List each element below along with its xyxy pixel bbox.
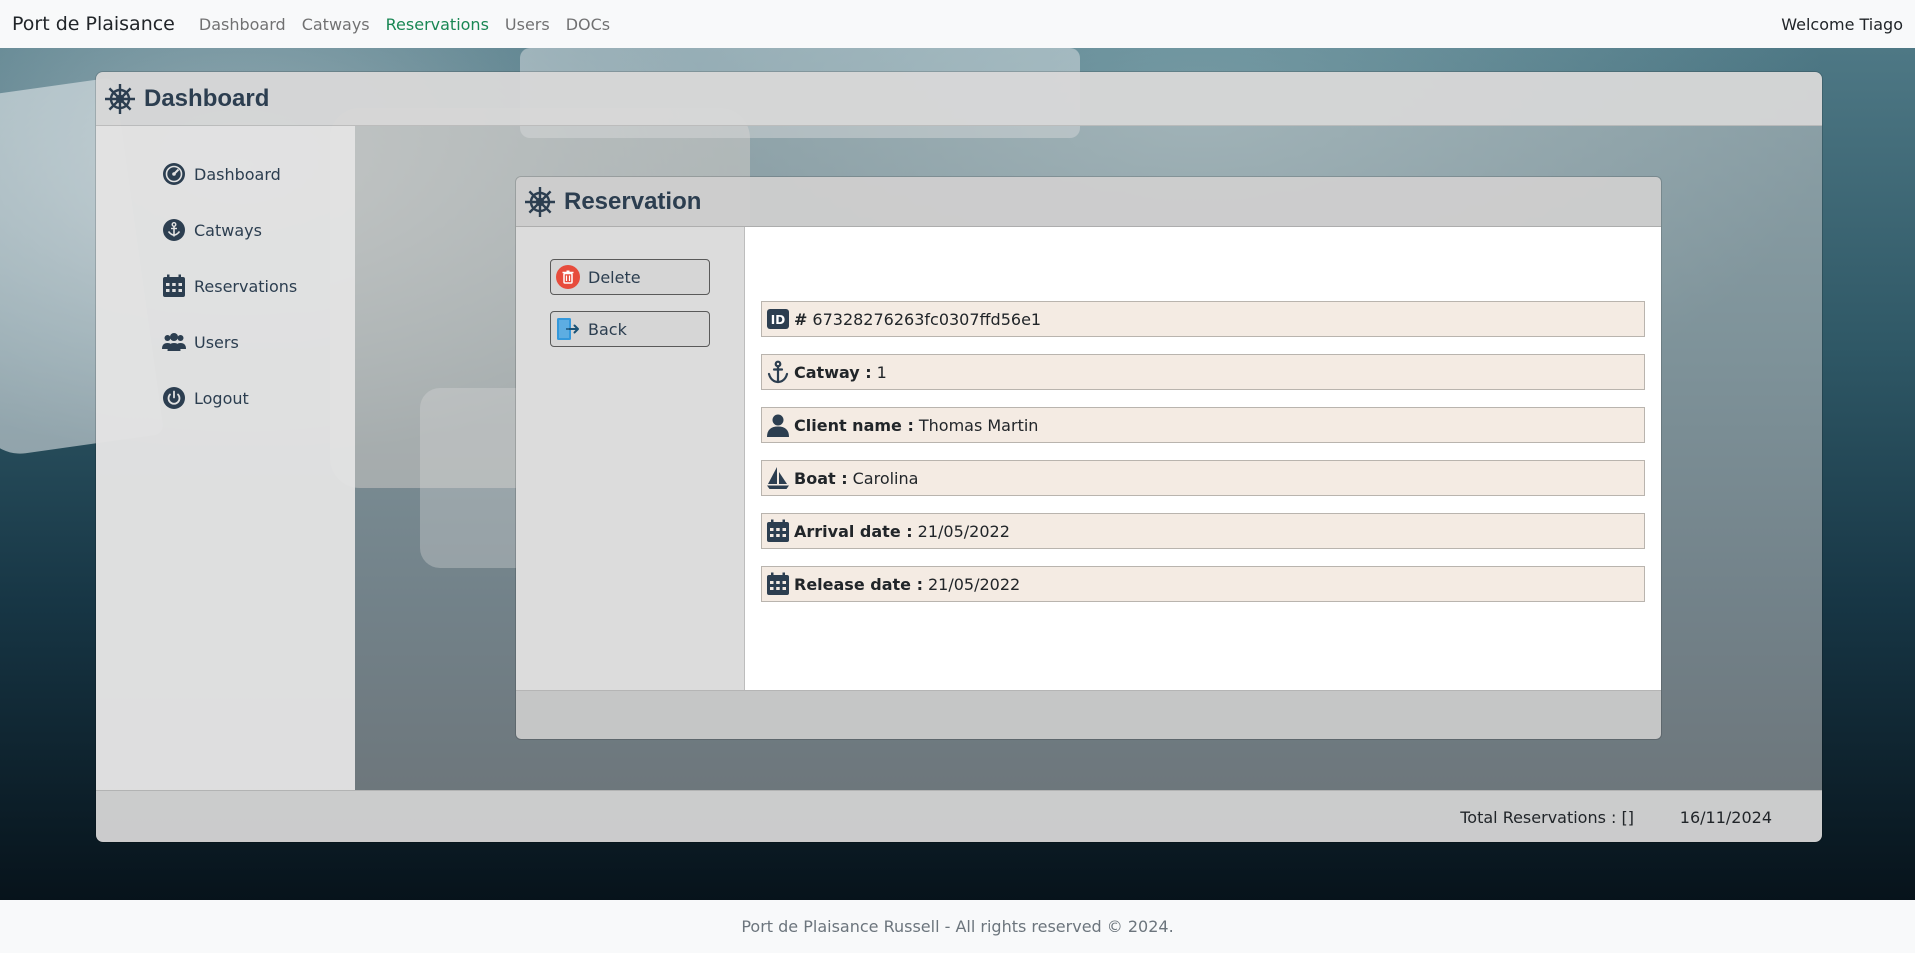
id-value: 67328276263fc0307ffd56e1 — [812, 309, 1042, 329]
reservation-details: ID # 67328276263fc0307ffd56e1 Catway : 1… — [745, 227, 1661, 690]
reservation-footer — [516, 690, 1661, 739]
sidebar-item-catways[interactable]: Catways — [96, 202, 355, 258]
detail-row-client: Client name : Thomas Martin — [761, 407, 1645, 443]
reservation-actions-panel: Delete Back — [516, 227, 745, 690]
users-icon — [162, 330, 186, 354]
sidebar-item-label: Catways — [194, 220, 262, 240]
detail-row-release-date: Release date : 21/05/2022 — [761, 566, 1645, 602]
detail-row-boat: Boat : Carolina — [761, 460, 1645, 496]
anchor-icon — [162, 218, 186, 242]
arrival-date-value: 21/05/2022 — [917, 521, 1010, 541]
nav-link-users[interactable]: Users — [505, 15, 550, 34]
catway-value: 1 — [876, 362, 887, 382]
reservation-title: Reservation — [564, 187, 702, 215]
release-date-value: 21/05/2022 — [927, 574, 1021, 594]
sidebar: Dashboard Catways Reservations Users Log… — [96, 126, 355, 790]
release-date-label: Release date : — [794, 574, 923, 594]
boat-label: Boat : — [794, 468, 848, 488]
sidebar-item-reservations[interactable]: Reservations — [96, 258, 355, 314]
dashboard-footer: Total Reservations : [] 16/11/2024 — [96, 790, 1822, 842]
delete-button[interactable]: Delete — [550, 259, 710, 295]
nav-link-dashboard[interactable]: Dashboard — [199, 15, 286, 34]
exit-door-icon — [556, 317, 580, 341]
boat-value: Carolina — [852, 468, 919, 488]
anchor-icon — [766, 360, 790, 384]
sidebar-item-label: Users — [194, 332, 239, 352]
arrival-date-label: Arrival date : — [794, 521, 913, 541]
calendar-icon — [162, 274, 186, 298]
top-navbar: Port de Plaisance Dashboard Catways Rese… — [0, 0, 1915, 48]
reservation-header: Reservation — [516, 177, 1661, 227]
detail-row-arrival-date: Arrival date : 21/05/2022 — [761, 513, 1645, 549]
nav-link-reservations[interactable]: Reservations — [386, 15, 489, 34]
nav-link-docs[interactable]: DOCs — [566, 15, 610, 34]
catway-label: Catway : — [794, 362, 872, 382]
sidebar-item-dashboard[interactable]: Dashboard — [96, 146, 355, 202]
total-reservations-text: Total Reservations : [] — [1460, 808, 1634, 827]
sailboat-icon — [766, 466, 790, 490]
back-button-label: Back — [588, 319, 627, 339]
power-icon — [162, 386, 186, 410]
page-footer: Port de Plaisance Russell - All rights r… — [0, 900, 1915, 953]
id-label: # — [794, 309, 808, 329]
sidebar-item-label: Dashboard — [194, 164, 281, 184]
client-name-value: Thomas Martin — [918, 415, 1039, 435]
dashboard-gauge-icon — [162, 162, 186, 186]
calendar-icon — [766, 519, 790, 543]
current-date: 16/11/2024 — [1679, 808, 1772, 827]
sidebar-item-logout[interactable]: Logout — [96, 370, 355, 426]
brand-logo-text[interactable]: Port de Plaisance — [12, 13, 175, 35]
reservation-card: Reservation Delete Back ID # 67328276263… — [515, 176, 1662, 740]
user-icon — [766, 413, 790, 437]
trash-icon — [556, 265, 580, 289]
sidebar-item-label: Logout — [194, 388, 249, 408]
copyright-text: Port de Plaisance Russell - All rights r… — [741, 917, 1174, 936]
calendar-icon — [766, 572, 790, 596]
client-name-label: Client name : — [794, 415, 914, 435]
sidebar-item-users[interactable]: Users — [96, 314, 355, 370]
detail-row-catway: Catway : 1 — [761, 354, 1645, 390]
nav-link-catways[interactable]: Catways — [302, 15, 370, 34]
sidebar-item-label: Reservations — [194, 276, 298, 296]
welcome-text: Welcome Tiago — [1781, 14, 1903, 34]
dashboard-title: Dashboard — [144, 84, 270, 112]
back-button[interactable]: Back — [550, 311, 710, 347]
detail-row-id: ID # 67328276263fc0307ffd56e1 — [761, 301, 1645, 337]
id-badge-icon: ID — [766, 307, 790, 331]
dashboard-header: Dashboard — [96, 72, 1822, 126]
svg-text:ID: ID — [771, 313, 785, 327]
ship-wheel-icon — [524, 186, 556, 218]
delete-button-label: Delete — [588, 267, 641, 287]
ship-wheel-icon — [104, 83, 136, 115]
